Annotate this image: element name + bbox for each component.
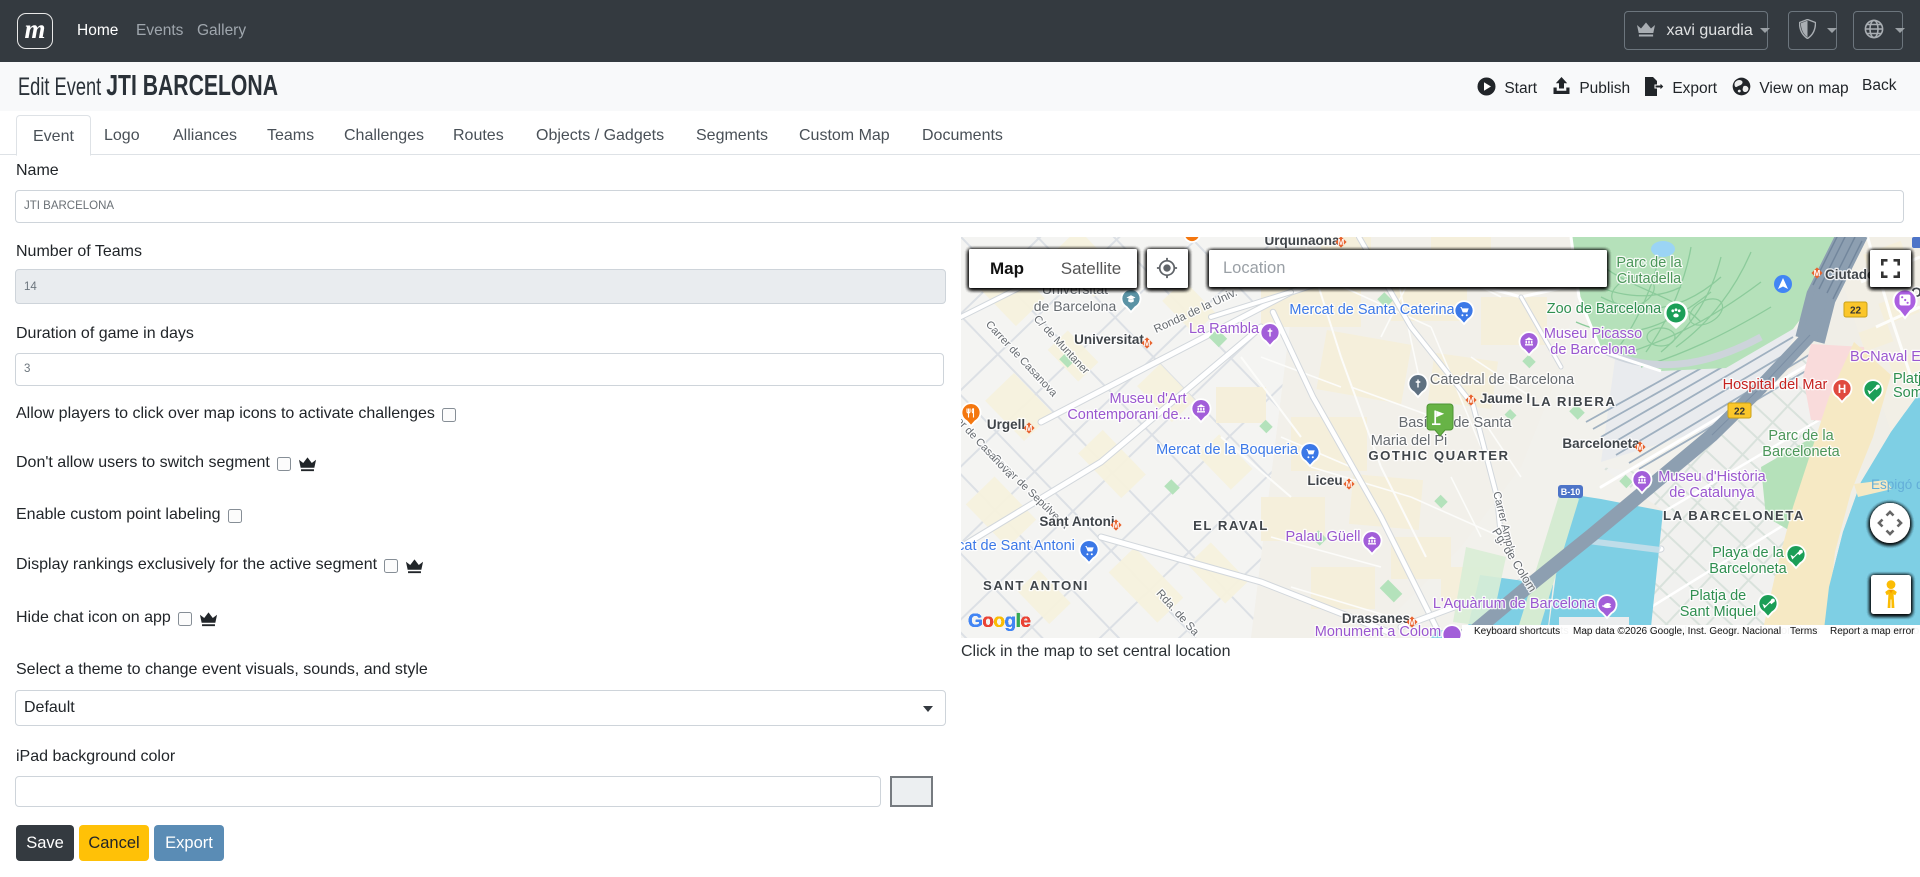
svg-text:Sant Miquel: Sant Miquel — [1680, 604, 1757, 620]
svg-text:Jaume I: Jaume I — [1480, 391, 1530, 406]
svg-text:de Catalunya: de Catalunya — [1669, 485, 1755, 501]
svg-text:M: M — [1026, 424, 1033, 433]
svg-text:Urquinaona: Urquinaona — [1264, 237, 1339, 248]
svg-text:BCNaval Ev: BCNaval Ev — [1850, 349, 1920, 365]
svg-text:Urgell: Urgell — [987, 417, 1025, 432]
svg-text:Sant Antoni: Sant Antoni — [1039, 514, 1114, 529]
svg-text:LA RIBERA: LA RIBERA — [1532, 394, 1617, 409]
svg-text:GOTHIC QUARTER: GOTHIC QUARTER — [1368, 448, 1509, 463]
svg-text:de Barcelona: de Barcelona — [1550, 342, 1636, 358]
svg-text:Barceloneta: Barceloneta — [1562, 436, 1640, 451]
svg-text:de Barcelona: de Barcelona — [1034, 298, 1117, 314]
svg-text:Mercat de la Boqueria: Mercat de la Boqueria — [1156, 442, 1299, 458]
svg-text:Maria del Pi: Maria del Pi — [1371, 433, 1448, 449]
svg-text:EL RAVAL: EL RAVAL — [1193, 518, 1269, 533]
svg-text:Museu Picasso: Museu Picasso — [1544, 326, 1642, 342]
svg-text:Ciutade: Ciutade — [1825, 267, 1875, 282]
svg-text:M: M — [1409, 618, 1416, 627]
svg-text:Monument a Colom: Monument a Colom — [1315, 624, 1442, 638]
svg-text:Mercat de Santa Caterina: Mercat de Santa Caterina — [1289, 302, 1455, 318]
svg-text:Espigó del: Espigó del — [1871, 477, 1920, 492]
svg-text:Zoo de Barcelona: Zoo de Barcelona — [1547, 301, 1662, 317]
svg-text:Palau Güell: Palau Güell — [1286, 529, 1361, 545]
svg-text:SANT ANTONI: SANT ANTONI — [983, 578, 1089, 593]
svg-text:M: M — [1814, 269, 1821, 278]
svg-text:Som: Som — [1893, 385, 1920, 401]
svg-text:22: 22 — [1850, 306, 1862, 317]
svg-text:Hospital del Mar: Hospital del Mar — [1723, 377, 1828, 393]
svg-text:Catedral de Barcelona: Catedral de Barcelona — [1430, 372, 1575, 388]
svg-text:Parc de la: Parc de la — [1616, 255, 1682, 271]
svg-text:Ciutadella: Ciutadella — [1617, 271, 1682, 287]
svg-text:M: M — [1144, 339, 1151, 348]
svg-text:La Rambla: La Rambla — [1189, 321, 1260, 337]
svg-text:Universitat: Universitat — [1074, 332, 1144, 347]
svg-text:Contemporani de...: Contemporani de... — [1067, 407, 1190, 423]
svg-text:Platja de: Platja de — [1690, 588, 1746, 604]
svg-text:M: M — [1113, 521, 1120, 530]
svg-text:22: 22 — [1734, 407, 1746, 418]
svg-text:M: M — [1468, 396, 1475, 405]
svg-text:M: M — [1338, 238, 1345, 247]
svg-text:Basílica de Santa: Basílica de Santa — [1399, 415, 1513, 431]
svg-text:M: M — [1346, 480, 1353, 489]
svg-text:Parc de la: Parc de la — [1768, 428, 1834, 444]
svg-text:Playa de la: Playa de la — [1712, 545, 1785, 561]
svg-text:Liceu: Liceu — [1307, 473, 1342, 488]
svg-text:LA BARCELONETA: LA BARCELONETA — [1663, 508, 1805, 523]
svg-text:Barceloneta: Barceloneta — [1762, 444, 1840, 460]
svg-text:Barceloneta: Barceloneta — [1709, 561, 1787, 577]
svg-text:Museu d'Història: Museu d'Història — [1658, 469, 1766, 485]
svg-text:M: M — [1637, 443, 1644, 452]
svg-text:H: H — [1838, 384, 1846, 396]
svg-text:L'Aquàrium de Barcelona: L'Aquàrium de Barcelona — [1433, 596, 1596, 612]
svg-text:B-10: B-10 — [1561, 487, 1581, 497]
svg-text:cat de Sant Antoni: cat de Sant Antoni — [961, 538, 1075, 554]
svg-text:Museu d'Art: Museu d'Art — [1110, 391, 1187, 407]
